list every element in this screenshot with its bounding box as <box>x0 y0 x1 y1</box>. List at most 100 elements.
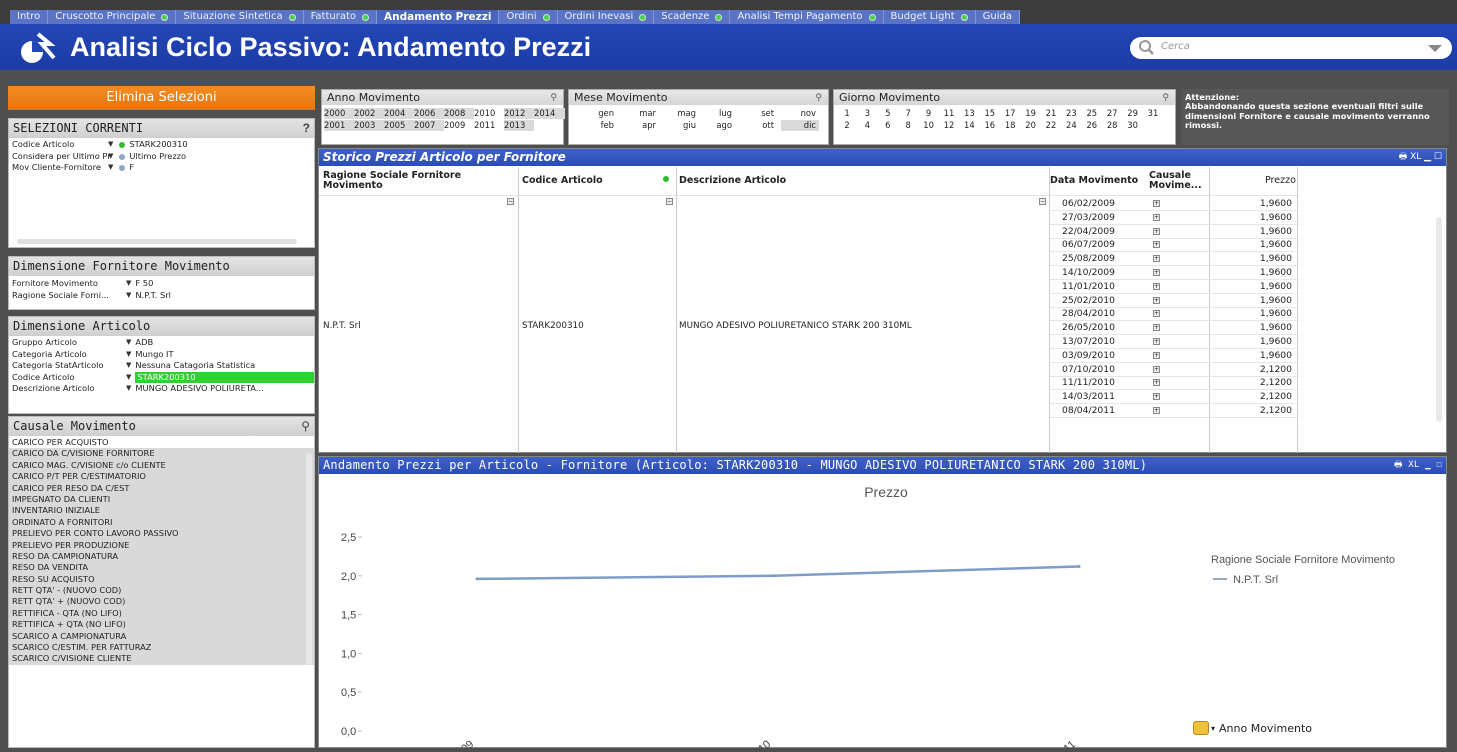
chevron-down-icon[interactable]: ▼ <box>108 139 113 151</box>
current-selection-row[interactable]: Considera per Ultimo Pr ▼ Ultimo Prezzo <box>9 151 314 163</box>
mese-value-cell[interactable]: set <box>739 108 777 119</box>
chevron-down-icon[interactable] <box>1428 45 1442 52</box>
anno-value-cell[interactable]: 2002 <box>354 108 384 119</box>
column-header-ragione-sociale[interactable]: Ragione Sociale Fornitore Movimento <box>323 167 513 195</box>
cycle-icon[interactable] <box>1193 721 1209 735</box>
tab-analisi-tempi-pagamento[interactable]: Analisi Tempi Pagamento <box>730 10 884 24</box>
mese-value-cell[interactable]: lug <box>697 108 735 119</box>
chevron-down-icon[interactable]: ▼ <box>126 278 131 290</box>
table-row[interactable]: 25/02/2010 +1,9600 <box>1050 294 1300 308</box>
giorno-value-cell[interactable]: 22 <box>1042 120 1060 131</box>
tab-guida[interactable]: Guida <box>976 10 1020 24</box>
giorno-value-cell[interactable]: 31 <box>1144 108 1162 119</box>
table-row[interactable]: 08/04/2011 +2,1200 <box>1050 404 1300 418</box>
anno-value-cell[interactable]: 2001 <box>324 120 354 131</box>
dimension-field-row[interactable]: Categoria StatArticolo ▼ Nessuna Catagoria… <box>9 360 314 372</box>
giorno-value-cell[interactable]: 27 <box>1103 108 1121 119</box>
collapse-icon[interactable]: − <box>1039 198 1046 205</box>
anno-value-cell[interactable]: 2004 <box>384 108 414 119</box>
search-icon[interactable]: ⚲ <box>301 417 310 436</box>
column-header-descrizione-articolo[interactable]: Descrizione Articolo <box>679 167 1039 195</box>
causale-list-item[interactable]: RETTIFICA + QTA (NO LIFO) <box>9 619 314 631</box>
panel-controls[interactable]: 🖶 XL ▁ ☐ <box>1394 457 1442 474</box>
table-row[interactable]: 07/10/2010 +2,1200 <box>1050 363 1300 377</box>
giorno-value-cell[interactable]: 13 <box>960 108 978 119</box>
chevron-down-icon[interactable]: ▼ <box>108 162 113 174</box>
giorno-value-cell[interactable]: 20 <box>1022 120 1040 131</box>
causale-list-item[interactable]: RESO DA CAMPIONATURA <box>9 550 314 563</box>
table-row[interactable]: 11/11/2010 +2,1200 <box>1050 376 1300 391</box>
current-selection-row[interactable]: Mov Cliente-Fornitore ▼ F <box>9 162 314 174</box>
anno-value-cell[interactable]: 2003 <box>354 120 384 131</box>
table-row[interactable]: 03/09/2010 +1,9600 <box>1050 349 1300 363</box>
tab-cruscotto-principale[interactable]: Cruscotto Principale <box>48 10 177 24</box>
dimension-cycle-control[interactable]: ▾ Anno Movimento <box>1193 721 1312 735</box>
giorno-value-cell[interactable]: 8 <box>899 120 917 131</box>
causale-list-item[interactable]: CARICO PER RESO DA C/EST <box>9 482 314 494</box>
giorno-value-cell[interactable]: 17 <box>1001 108 1019 119</box>
search-icon[interactable]: ⚲ <box>815 91 822 106</box>
giorno-value-cell[interactable]: 18 <box>1001 120 1019 131</box>
causale-list-item[interactable]: INVENTARIO INIZIALE <box>9 505 314 517</box>
tab-ordini[interactable]: Ordini <box>499 10 558 24</box>
giorno-value-cell[interactable]: 23 <box>1062 108 1080 119</box>
mese-value-cell[interactable]: ott <box>739 120 777 131</box>
anno-value-cell[interactable]: 2013 <box>504 120 534 131</box>
giorno-value-cell[interactable]: 16 <box>981 120 999 131</box>
table-row[interactable]: 22/04/2009 +1,9600 <box>1050 225 1300 239</box>
anno-value-cell[interactable]: 2014 <box>534 108 565 119</box>
giorno-value-cell[interactable]: 5 <box>879 108 897 119</box>
table-row[interactable]: 13/07/2010 +1,9600 <box>1050 335 1300 349</box>
mese-value-cell[interactable]: ago <box>697 120 735 131</box>
mese-value-cell[interactable]: mar <box>621 108 659 119</box>
dimension-field-row[interactable]: Descrizione Articolo ▼ MUNGO ADESIVO POLIU… <box>9 383 314 395</box>
horizontal-scrollbar[interactable] <box>17 239 297 244</box>
mese-value-cell[interactable]: apr <box>621 120 659 131</box>
giorno-value-cell[interactable]: 25 <box>1083 108 1101 119</box>
column-header-prezzo[interactable]: Prezzo <box>1265 167 1301 195</box>
giorno-value-cell[interactable]: 29 <box>1124 108 1142 119</box>
tab-fatturato[interactable]: Fatturato <box>304 10 378 24</box>
giorno-value-cell[interactable]: 12 <box>940 120 958 131</box>
causale-list-item[interactable]: SCARICO C/VISIONE CLIENTE <box>9 653 314 665</box>
table-row[interactable]: 14/10/2009 +1,9600 <box>1050 266 1300 280</box>
export-xl-button[interactable]: XL <box>1410 152 1421 162</box>
chevron-down-icon[interactable]: ▾ <box>1211 724 1215 733</box>
collapse-icon[interactable]: − <box>666 198 673 205</box>
giorno-value-cell[interactable]: 6 <box>879 120 897 131</box>
causale-list-item[interactable]: ORDINATO A FORNITORI <box>9 516 314 529</box>
table-row[interactable]: 27/03/2009 +1,9600 <box>1050 211 1300 225</box>
column-header-codice-articolo[interactable]: Codice Articolo <box>522 167 672 195</box>
tab-scadenze[interactable]: Scadenze <box>654 10 731 24</box>
current-selection-row[interactable]: Codice Articolo ▼ STARK200310 <box>9 139 314 151</box>
giorno-value-cell[interactable]: 11 <box>940 108 958 119</box>
causale-list-item[interactable]: CARICO DA C/VISIONE FORNITORE <box>9 448 314 460</box>
table-row[interactable]: 11/01/2010 +1,9600 <box>1050 280 1300 294</box>
table-row[interactable]: 26/05/2010 +1,9600 <box>1050 321 1300 336</box>
search-box[interactable]: Cerca <box>1130 37 1452 59</box>
tab-ordini-inevasi[interactable]: Ordini Inevasi <box>558 10 655 24</box>
mese-value-cell[interactable]: gen <box>579 108 617 119</box>
chevron-down-icon[interactable]: ▼ <box>126 349 131 361</box>
causale-list-item[interactable]: RESO DA VENDITA <box>9 562 314 574</box>
giorno-value-cell[interactable]: 15 <box>981 108 999 119</box>
causale-list-item[interactable]: SCARICO A CAMPIONATURA <box>9 630 314 643</box>
table-row[interactable]: 06/02/2009 +1,9600 <box>1050 197 1300 211</box>
causale-list-item[interactable]: CARICO PER ACQUISTO <box>9 437 314 449</box>
anno-value-cell[interactable]: 2008 <box>444 108 474 119</box>
search-icon[interactable]: ⚲ <box>550 91 557 106</box>
giorno-value-cell[interactable]: 2 <box>838 120 856 131</box>
giorno-value-cell[interactable]: 24 <box>1062 120 1080 131</box>
export-xl-button[interactable]: XL <box>1408 460 1419 470</box>
dimension-field-row[interactable]: Gruppo Articolo ▼ ADB <box>9 337 314 349</box>
table-row[interactable]: 28/04/2010 +1,9600 <box>1050 307 1300 322</box>
anno-value-cell[interactable]: 2007 <box>414 120 444 131</box>
search-icon[interactable]: ⚲ <box>1162 91 1169 106</box>
collapse-icon[interactable]: − <box>507 198 514 205</box>
causale-list-item[interactable]: IMPEGNATO DA CLIENTI <box>9 493 314 506</box>
giorno-value-cell[interactable]: 21 <box>1042 108 1060 119</box>
vertical-scrollbar[interactable] <box>306 453 312 665</box>
mese-value-cell[interactable]: feb <box>579 120 617 131</box>
chevron-down-icon[interactable]: ▼ <box>108 151 113 163</box>
chevron-down-icon[interactable]: ▼ <box>126 383 131 395</box>
